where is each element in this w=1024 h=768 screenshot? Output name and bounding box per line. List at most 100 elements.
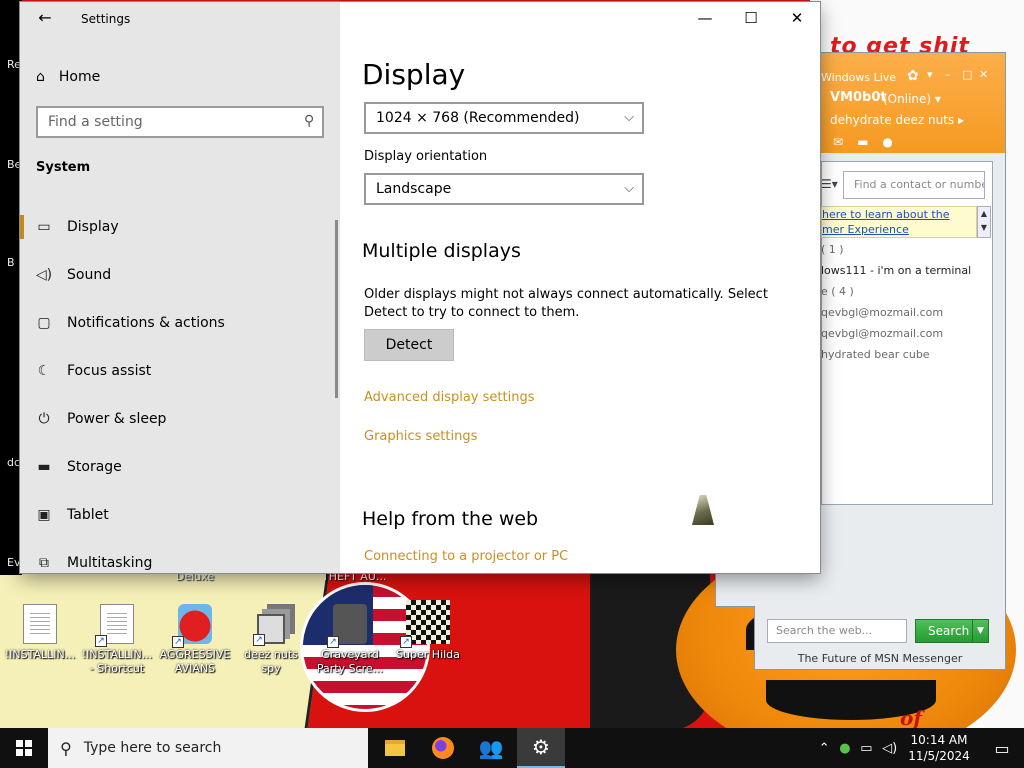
volume-icon[interactable]: ◁) xyxy=(882,741,897,756)
search-icon[interactable]: ⚲ xyxy=(304,113,314,129)
strip-text: dc xyxy=(7,456,21,469)
taskbar-firefox[interactable] xyxy=(419,728,467,768)
settings-content: — ☐ ✕ Display 1024 × 768 (Recommended) ⌵… xyxy=(340,2,820,573)
advanced-display-settings-link[interactable]: Advanced display settings xyxy=(364,390,534,405)
multiple-displays-heading: Multiple displays xyxy=(362,240,521,262)
nav-item-label: Focus assist xyxy=(67,363,152,379)
back-arrow-icon[interactable]: ← xyxy=(32,6,58,32)
msn-footer[interactable]: The Future of MSN Messenger xyxy=(755,649,1005,669)
multiple-displays-description: Older displays might not always connect … xyxy=(364,287,768,320)
globe-icon[interactable]: ● xyxy=(882,135,892,149)
tablet-icon: ▣ xyxy=(37,507,51,523)
desktop-icon-label: Super Hilda xyxy=(396,648,460,661)
msn-status[interactable]: (Online) ▾ xyxy=(883,92,941,106)
nav-item-sound[interactable]: ◁) Sound xyxy=(20,251,340,299)
msn-maximize-icon[interactable]: □ xyxy=(962,68,972,81)
msn-close-icon[interactable]: ✕ xyxy=(979,68,988,81)
taskbar-search[interactable]: ⚲ Type here to search xyxy=(48,728,368,768)
multitasking-icon: ⧉ xyxy=(39,555,49,571)
windows-logo-icon xyxy=(16,740,32,756)
msn-search-button[interactable]: Search ▼ xyxy=(915,619,989,643)
search-input[interactable] xyxy=(48,108,288,136)
msn-buddy-icon: 👥 xyxy=(478,736,504,760)
strip-text: Re xyxy=(7,58,21,71)
msn-menu-icon[interactable]: ▾ xyxy=(927,68,933,81)
desktop-icon-label: Graveyard Party Scre... xyxy=(316,648,384,675)
nav-item-notifications[interactable]: ▢ Notifications & actions xyxy=(20,299,340,347)
msn-personal-message[interactable]: dehydrate deez nuts ▸ xyxy=(830,113,964,127)
nav-item-storage[interactable]: ▬ Storage xyxy=(20,443,340,491)
desktop-icon-graveyard-party[interactable]: ↗ Graveyard Party Scre... xyxy=(312,604,388,676)
nav-item-tablet[interactable]: ▣ Tablet xyxy=(20,491,340,539)
contact-item[interactable]: qevbgl@mozmail.com xyxy=(821,306,943,319)
msn-find-contact-input[interactable]: Find a contact or number xyxy=(843,171,985,199)
contact-item[interactable]: hydrated bear cube xyxy=(821,348,930,361)
taskbar-settings[interactable]: ⚙ xyxy=(517,728,565,768)
monitor-icon: ▭ xyxy=(37,219,51,235)
notification-center-icon[interactable]: ▭ xyxy=(980,728,1024,768)
msn-username[interactable]: VM0b0t xyxy=(830,90,887,105)
nav-item-label: Notifications & actions xyxy=(67,315,225,331)
orientation-label: Display orientation xyxy=(364,149,488,164)
strip-text: B xyxy=(7,256,15,269)
start-button[interactable] xyxy=(0,728,48,768)
help-link-projector[interactable]: Connecting to a projector or PC xyxy=(364,549,568,564)
clock[interactable]: 10:14 AM 11/5/2024 xyxy=(902,732,976,764)
mail-icon[interactable]: ✉ xyxy=(833,135,843,149)
shortcut-arrow-icon: ↗ xyxy=(327,636,339,648)
shortcut-arrow-icon: ↗ xyxy=(95,635,107,647)
clock-date: 11/5/2024 xyxy=(908,749,970,763)
close-button[interactable]: ✕ xyxy=(774,2,820,34)
desktop-icon-super-hilda[interactable]: ↗ Super Hilda xyxy=(390,600,466,662)
home-icon: ⌂ xyxy=(36,69,45,85)
help-heading: Help from the web xyxy=(362,508,539,530)
msn-logo-icon: ✿ xyxy=(907,68,919,84)
orientation-dropdown[interactable]: Landscape ⌵ xyxy=(364,173,644,205)
detect-button[interactable]: Detect xyxy=(364,329,454,361)
msn-minimize-icon[interactable]: – xyxy=(945,68,951,81)
msn-info-banner[interactable]: here to learn about the mer Experience xyxy=(821,206,977,238)
home-nav-item[interactable]: ⌂ Home xyxy=(36,64,100,90)
moon-icon: ☾ xyxy=(37,363,51,379)
nav-item-multitasking[interactable]: ⧉ Multitasking xyxy=(20,539,340,573)
contact-group-header[interactable]: ( 1 ) xyxy=(821,243,844,256)
minimize-button[interactable]: — xyxy=(682,2,728,34)
taskbar-search-placeholder: Type here to search xyxy=(83,740,222,756)
graphics-settings-link[interactable]: Graphics settings xyxy=(364,429,477,444)
resolution-dropdown[interactable]: 1024 × 768 (Recommended) ⌵ xyxy=(364,102,644,134)
desktop-icon-installing-shortcut[interactable]: ↗ !INSTALLIN... - Shortcut xyxy=(79,604,155,676)
network-icon[interactable]: ▭ xyxy=(860,741,872,756)
animated-cursor-icon xyxy=(692,495,714,525)
angry-bird-icon: ↗ xyxy=(172,604,212,648)
list-view-icon[interactable]: ☰▾ xyxy=(821,177,838,191)
storage-icon: ▬ xyxy=(37,459,51,475)
desktop-icon-deez-nuts-spy[interactable]: ↗ deez nuts spy xyxy=(233,604,309,676)
graveyard-icon: ↗ xyxy=(327,604,367,648)
taskbar-file-explorer[interactable] xyxy=(371,728,419,768)
banner-scrollbar[interactable]: ▲ ▼ xyxy=(977,206,991,238)
chevron-up-icon[interactable]: ⌃ xyxy=(819,741,830,756)
msn-tray-icon[interactable]: ● xyxy=(839,741,850,756)
nav-item-display[interactable]: ▭ Display xyxy=(20,203,340,251)
nav-item-focus-assist[interactable]: ☾ Focus assist xyxy=(20,347,340,395)
find-setting-search[interactable]: ⚲ xyxy=(36,106,324,138)
contact-item[interactable]: qevbgl@mozmail.com xyxy=(821,327,943,340)
nav-item-label: Storage xyxy=(67,459,122,475)
settings-window: ← Settings ⌂ Home ⚲ System ▭ Display ◁) … xyxy=(20,2,820,573)
nav-item-power-sleep[interactable]: ⏻ Power & sleep xyxy=(20,395,340,443)
contact-group-header[interactable]: e ( 4 ) xyxy=(821,285,854,298)
folder-icon[interactable]: ▬ xyxy=(857,135,868,149)
chevron-down-icon[interactable]: ▼ xyxy=(972,620,988,642)
notification-icon: ▢ xyxy=(37,315,51,331)
desktop-icon-installing[interactable]: !INSTALLIN... xyxy=(2,604,78,662)
taskbar-msn-messenger[interactable]: 👥 xyxy=(467,728,515,768)
nav-item-label: Power & sleep xyxy=(67,411,167,427)
orientation-value: Landscape xyxy=(376,181,452,197)
search-button-label: Search xyxy=(928,624,970,638)
contact-item[interactable]: lows111 - i'm on a terminal xyxy=(821,264,971,277)
nav-scrollbar[interactable] xyxy=(335,220,338,398)
speaker-icon: ◁) xyxy=(35,267,53,283)
desktop-icon-aggressive-avians[interactable]: ↗ AGGRESSIVE AVIANS xyxy=(157,604,233,676)
maximize-button[interactable]: ☐ xyxy=(728,2,774,34)
msn-web-search-input[interactable]: Search the web... xyxy=(767,619,907,643)
